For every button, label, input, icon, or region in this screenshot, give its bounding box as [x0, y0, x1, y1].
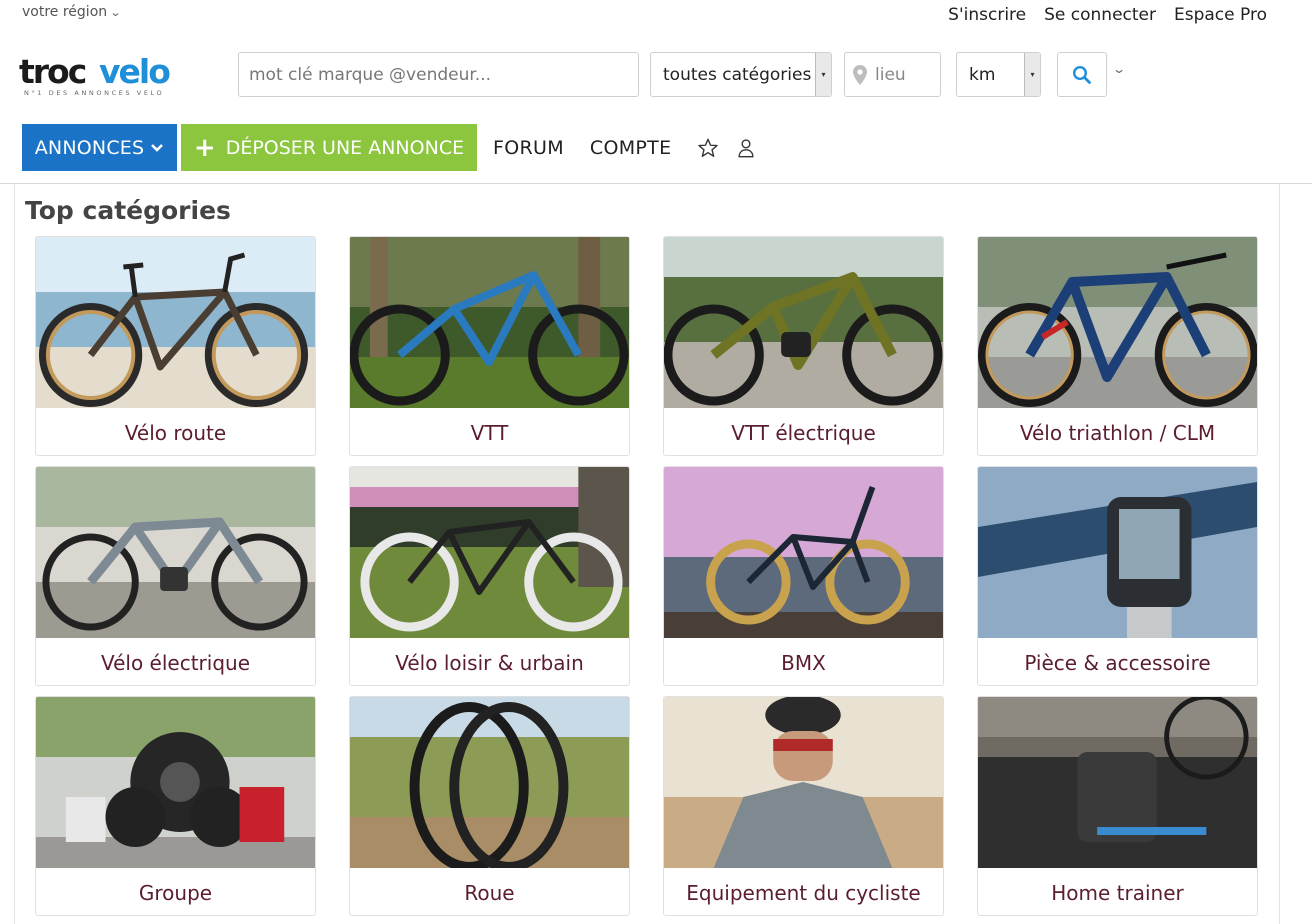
groupset-photo: [36, 697, 315, 868]
category-card-velo-loisir[interactable]: Vélo loisir & urbain: [349, 466, 630, 686]
category-label: BMX: [781, 650, 826, 675]
category-label: Equipement du cycliste: [686, 880, 921, 905]
distance-select[interactable]: km ▾: [956, 52, 1041, 97]
search-icon: [1072, 65, 1091, 84]
ebike-photo: [36, 467, 315, 638]
annonces-menu-button[interactable]: ANNONCES: [22, 124, 177, 171]
search-input[interactable]: [238, 52, 639, 97]
category-card-piece-accessoire[interactable]: Pièce & accessoire: [977, 466, 1258, 686]
distance-select-value: km: [969, 64, 996, 85]
logo-text-velo: velo: [99, 54, 170, 91]
nav-forum[interactable]: FORUM: [493, 137, 564, 159]
chevron-down-icon: [151, 143, 164, 152]
category-card-triathlon[interactable]: Vélo triathlon / CLM: [977, 236, 1258, 456]
search-button[interactable]: [1057, 52, 1107, 97]
category-label: VTT: [470, 420, 509, 445]
location-field[interactable]: lieu: [844, 52, 941, 97]
post-ad-label: DÉPOSER UNE ANNONCE: [225, 136, 465, 159]
nav-compte[interactable]: COMPTE: [590, 137, 671, 159]
category-label: Vélo électrique: [100, 650, 251, 675]
city-bike-photo: [350, 467, 629, 638]
category-card-velo-electrique[interactable]: Vélo électrique: [35, 466, 316, 686]
annonces-label: ANNONCES: [34, 136, 145, 159]
favorites-star-icon[interactable]: [697, 137, 719, 159]
logo-tagline: N°1 DES ANNONCES VELO: [24, 89, 164, 97]
category-select[interactable]: toutes catégories ▾: [650, 52, 832, 97]
category-label: VTT électrique: [731, 420, 876, 445]
signup-link[interactable]: S'inscrire: [948, 5, 1026, 25]
select-arrow-icon: ▾: [1024, 53, 1040, 96]
bmx-photo: [664, 467, 943, 638]
category-card-home-trainer[interactable]: Home trainer: [977, 696, 1258, 916]
category-card-equipement[interactable]: Equipement du cycliste: [663, 696, 944, 916]
category-card-bmx[interactable]: BMX: [663, 466, 944, 686]
category-label: Roue: [464, 880, 515, 905]
category-label: Vélo triathlon / CLM: [1019, 420, 1216, 445]
login-link[interactable]: Se connecter: [1044, 5, 1156, 25]
category-label: Groupe: [138, 880, 213, 905]
main-nav: ANNONCES + DÉPOSER UNE ANNONCE FORUM COM…: [22, 124, 757, 171]
road-bike-photo: [36, 237, 315, 408]
category-card-groupe[interactable]: Groupe: [35, 696, 316, 916]
category-select-value: toutes catégories: [663, 64, 812, 85]
triathlon-bike-photo: [978, 237, 1257, 408]
post-ad-button[interactable]: + DÉPOSER UNE ANNONCE: [181, 124, 477, 171]
category-label: Vélo route: [124, 420, 227, 445]
select-arrow-icon: ▾: [815, 53, 831, 96]
category-grid: Vélo route VTT VTT électrique Vélo triat…: [35, 236, 1258, 916]
region-label: votre région: [22, 4, 108, 20]
account-links: S'inscrire Se connecter Espace Pro: [948, 5, 1267, 25]
cyclist-photo: [664, 697, 943, 868]
category-label: Pièce & accessoire: [1024, 650, 1211, 675]
map-pin-icon: [853, 64, 867, 85]
chevron-down-icon: ⌄: [109, 5, 122, 19]
category-label: Home trainer: [1051, 880, 1184, 905]
category-card-velo-route[interactable]: Vélo route: [35, 236, 316, 456]
pro-space-link[interactable]: Espace Pro: [1174, 5, 1267, 25]
electric-mtb-photo: [664, 237, 943, 408]
location-placeholder: lieu: [875, 64, 906, 85]
plus-icon: +: [193, 132, 216, 163]
category-label: Vélo loisir & urbain: [395, 650, 584, 675]
bike-computer-photo: [978, 467, 1257, 638]
site-logo[interactable]: troc velo N°1 DES ANNONCES VELO: [19, 52, 195, 98]
page-title: Top catégories: [25, 196, 231, 225]
region-selector[interactable]: votre région ⌄: [22, 4, 122, 20]
category-card-roue[interactable]: Roue: [349, 696, 630, 916]
logo-text-troc: troc: [19, 54, 86, 91]
category-card-vtt[interactable]: VTT: [349, 236, 630, 456]
wheels-photo: [350, 697, 629, 868]
home-trainer-photo: [978, 697, 1257, 868]
mountain-bike-photo: [350, 237, 629, 408]
category-card-vtt-electrique[interactable]: VTT électrique: [663, 236, 944, 456]
user-icon[interactable]: [735, 137, 757, 159]
advanced-search-chevron-icon[interactable]: ⌄: [1112, 62, 1126, 76]
